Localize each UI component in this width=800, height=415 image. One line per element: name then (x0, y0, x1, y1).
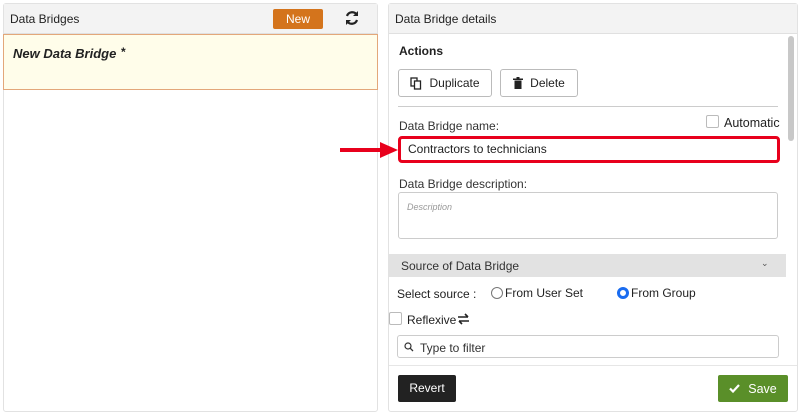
list-item[interactable]: New Data Bridge * (3, 34, 378, 90)
scrollbar[interactable] (788, 36, 794, 141)
radio-button-selected[interactable] (617, 287, 629, 299)
search-icon (404, 342, 414, 352)
source-section-title: Source of Data Bridge (401, 259, 520, 273)
check-icon (729, 384, 741, 393)
filter-placeholder: Type to filter (420, 341, 486, 355)
actions-heading: Actions (399, 44, 444, 58)
copy-icon (410, 76, 422, 90)
duplicate-button[interactable]: Duplicate (398, 69, 492, 97)
description-label: Data Bridge description: (399, 177, 528, 191)
radio-button[interactable] (491, 287, 503, 299)
automatic-label: Automatic (724, 116, 780, 130)
divider (398, 106, 778, 107)
automatic-checkbox[interactable] (706, 115, 719, 128)
save-button[interactable]: Save (718, 375, 788, 402)
option-label: From Group (631, 286, 696, 300)
list-item-label: New Data Bridge (13, 46, 117, 61)
select-source-label: Select source : (397, 287, 477, 301)
delete-label: Delete (530, 76, 565, 90)
source-option-group[interactable]: From Group (617, 286, 696, 300)
source-section-header[interactable]: Source of Data Bridge ⌄ (389, 254, 786, 277)
new-button[interactable]: New (273, 9, 323, 29)
footer-divider (389, 365, 797, 366)
reflexive-label: Reflexive (407, 313, 457, 327)
option-label: From User Set (505, 286, 584, 300)
duplicate-label: Duplicate (429, 76, 480, 90)
source-option-user-set[interactable]: From User Set (491, 286, 583, 300)
name-label: Data Bridge name: (399, 119, 500, 133)
revert-button[interactable]: Revert (398, 375, 456, 402)
chevron-down-icon: ⌄ (761, 258, 769, 268)
modified-marker: * (121, 45, 126, 59)
details-header: Data Bridge details (389, 4, 797, 34)
name-input[interactable]: Contractors to technicians (398, 136, 780, 163)
description-placeholder: Description (407, 202, 453, 212)
refresh-icon[interactable] (344, 8, 360, 28)
filter-input[interactable]: Type to filter (397, 335, 779, 358)
panel-title: Data Bridge details (395, 12, 497, 26)
save-label: Save (748, 381, 777, 396)
panel-title: Data Bridges (10, 12, 80, 26)
reflexive-checkbox[interactable] (389, 312, 402, 325)
description-textarea[interactable]: Description (398, 192, 778, 239)
annotation-arrow (340, 142, 398, 161)
trash-icon (513, 77, 524, 89)
delete-button[interactable]: Delete (500, 69, 578, 97)
swap-arrows-icon (457, 313, 470, 328)
data-bridges-panel: Data Bridges New New Data Bridge * (3, 3, 378, 412)
